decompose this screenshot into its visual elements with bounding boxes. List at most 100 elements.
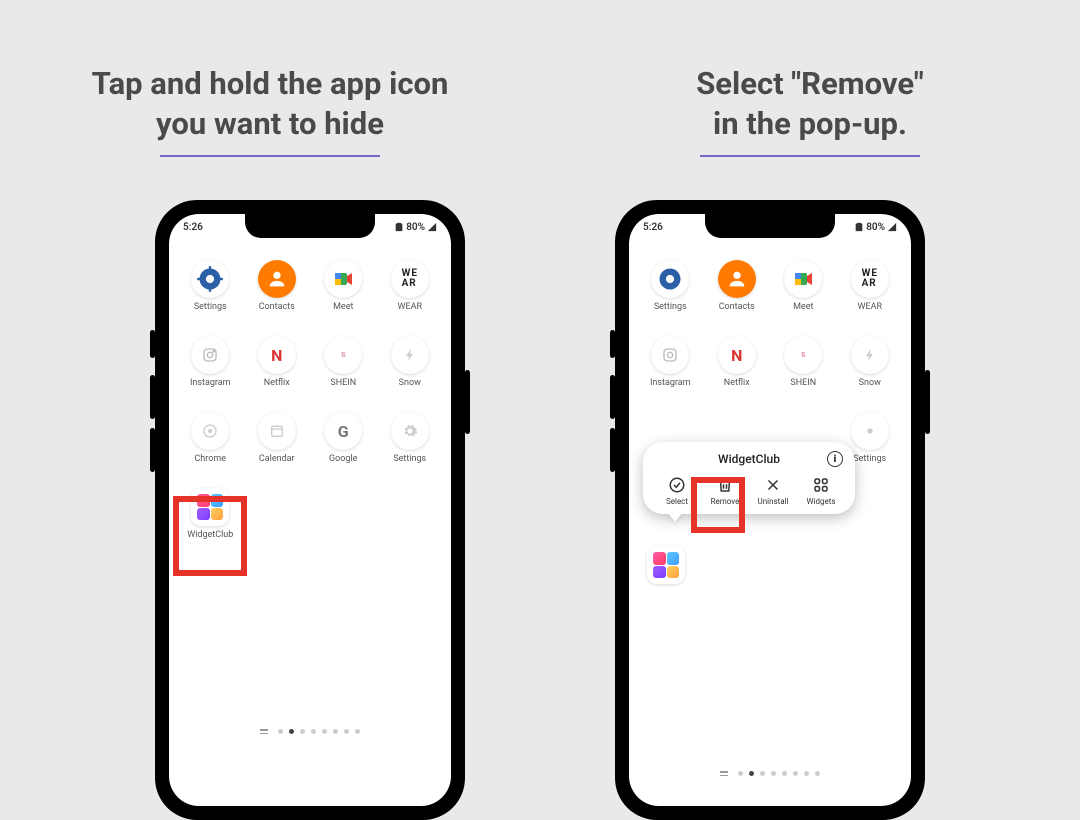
caption-left-line2: you want to hide <box>156 104 384 144</box>
calendar-icon <box>258 412 296 450</box>
person-icon <box>258 260 296 298</box>
bolt-icon <box>851 336 889 374</box>
caption-left: Tap and hold the app icon you want to hi… <box>0 64 540 157</box>
phone-notch <box>245 214 375 238</box>
app-contacts[interactable]: Contacts <box>244 260 311 330</box>
netflix-icon: N <box>258 336 296 374</box>
wear-icon: WEAR <box>391 260 429 298</box>
shein-icon: s <box>784 336 822 374</box>
widgets-icon <box>812 476 830 494</box>
app-label: Calendar <box>259 454 295 464</box>
app-calendar[interactable]: Calendar <box>244 412 311 482</box>
app-instagram[interactable]: Instagram <box>637 336 704 406</box>
app-settings[interactable]: Settings <box>637 260 704 330</box>
gear-icon <box>851 412 889 450</box>
context-popup: WidgetClub i Select Remove Uninstall <box>643 442 855 514</box>
widgetclub-icon <box>191 488 229 526</box>
app-label: SHEIN <box>330 378 356 388</box>
drawer-icon <box>260 729 268 734</box>
phones-row: 5:26 80% Settings <box>0 200 1080 800</box>
app-label: Snow <box>399 378 421 388</box>
app-label: Settings <box>393 454 426 464</box>
status-time: 5:26 <box>643 222 663 233</box>
phone-side-button <box>610 375 615 419</box>
app-wear[interactable]: WEAR WEAR <box>377 260 444 330</box>
app-chrome[interactable]: Chrome <box>177 412 244 482</box>
app-contacts[interactable]: Contacts <box>704 260 771 330</box>
app-label: Netflix <box>264 378 290 388</box>
app-wear[interactable]: WEAR WEAR <box>837 260 904 330</box>
app-snow[interactable]: Snow <box>377 336 444 406</box>
app-label: Settings <box>853 454 886 464</box>
app-settings-2[interactable]: Settings <box>377 412 444 482</box>
app-shein[interactable]: s SHEIN <box>310 336 377 406</box>
app-label: Netflix <box>724 378 750 388</box>
meet-icon <box>324 260 362 298</box>
app-label: SHEIN <box>790 378 816 388</box>
popup-action-select[interactable]: Select <box>653 476 701 506</box>
caption-left-underline <box>160 155 380 157</box>
status-right: 80% <box>394 222 437 233</box>
phone-notch <box>705 214 835 238</box>
app-instagram[interactable]: Instagram <box>177 336 244 406</box>
app-widgetclub[interactable]: WidgetClub <box>177 488 244 558</box>
page-indicator[interactable] <box>260 729 360 734</box>
app-label: Settings <box>194 302 227 312</box>
widgetclub-icon <box>647 546 685 584</box>
signal-icon <box>427 222 437 232</box>
battery-icon <box>854 222 864 232</box>
status-right: 80% <box>854 222 897 233</box>
app-label: Contacts <box>719 302 755 312</box>
popup-header: WidgetClub i <box>651 452 847 472</box>
popup-action-remove[interactable]: Remove <box>701 476 749 506</box>
app-meet[interactable]: Meet <box>310 260 377 330</box>
app-label: Instagram <box>650 378 691 388</box>
caption-right-underline <box>700 155 920 157</box>
gear-icon <box>191 260 229 298</box>
phone-side-button <box>150 428 155 472</box>
netflix-icon: N <box>718 336 756 374</box>
popup-action-label: Widgets <box>806 497 835 506</box>
app-label: Meet <box>333 302 353 312</box>
app-meet[interactable]: Meet <box>770 260 837 330</box>
app-label: Contacts <box>259 302 295 312</box>
phone-side-button <box>150 375 155 419</box>
phone-side-button <box>150 330 155 358</box>
battery-icon <box>394 222 404 232</box>
phone-screen-left: 5:26 80% Settings <box>169 214 451 806</box>
phone-screen-right: 5:26 80% Settings <box>629 214 911 806</box>
caption-right: Select "Remove" in the pop-up. <box>540 64 1080 157</box>
popup-action-label: Remove <box>711 497 740 506</box>
popup-action-uninstall[interactable]: Uninstall <box>749 476 797 506</box>
popup-title: WidgetClub <box>718 452 780 466</box>
popup-action-widgets[interactable]: Widgets <box>797 476 845 506</box>
app-settings[interactable]: Settings <box>177 260 244 330</box>
app-netflix[interactable]: N Netflix <box>244 336 311 406</box>
person-icon <box>718 260 756 298</box>
phone-side-button <box>610 428 615 472</box>
app-netflix[interactable]: N Netflix <box>704 336 771 406</box>
app-label: Meet <box>793 302 813 312</box>
page-indicator[interactable] <box>720 771 820 776</box>
popup-actions: Select Remove Uninstall Widgets <box>651 472 847 506</box>
phone-mockup-left: 5:26 80% Settings <box>155 200 465 820</box>
signal-icon <box>887 222 897 232</box>
caption-right-line2: in the pop-up. <box>713 104 907 144</box>
captions-row: Tap and hold the app icon you want to hi… <box>0 64 1080 157</box>
trash-icon <box>716 476 734 494</box>
app-shein[interactable]: s SHEIN <box>770 336 837 406</box>
phone-mockup-right: 5:26 80% Settings <box>615 200 925 820</box>
info-icon[interactable]: i <box>827 451 843 467</box>
app-google[interactable]: G Google <box>310 412 377 482</box>
app-label: Instagram <box>190 378 231 388</box>
check-circle-icon <box>668 476 686 494</box>
phone-side-button <box>925 370 930 434</box>
status-battery: 80% <box>406 222 425 233</box>
phone-side-button <box>610 330 615 358</box>
caption-left-line1: Tap and hold the app icon <box>92 64 449 104</box>
drawer-icon <box>720 771 728 776</box>
app-widgetclub-below[interactable] <box>647 546 685 584</box>
app-snow[interactable]: Snow <box>837 336 904 406</box>
meet-icon <box>784 260 822 298</box>
app-label: Chrome <box>194 454 226 464</box>
